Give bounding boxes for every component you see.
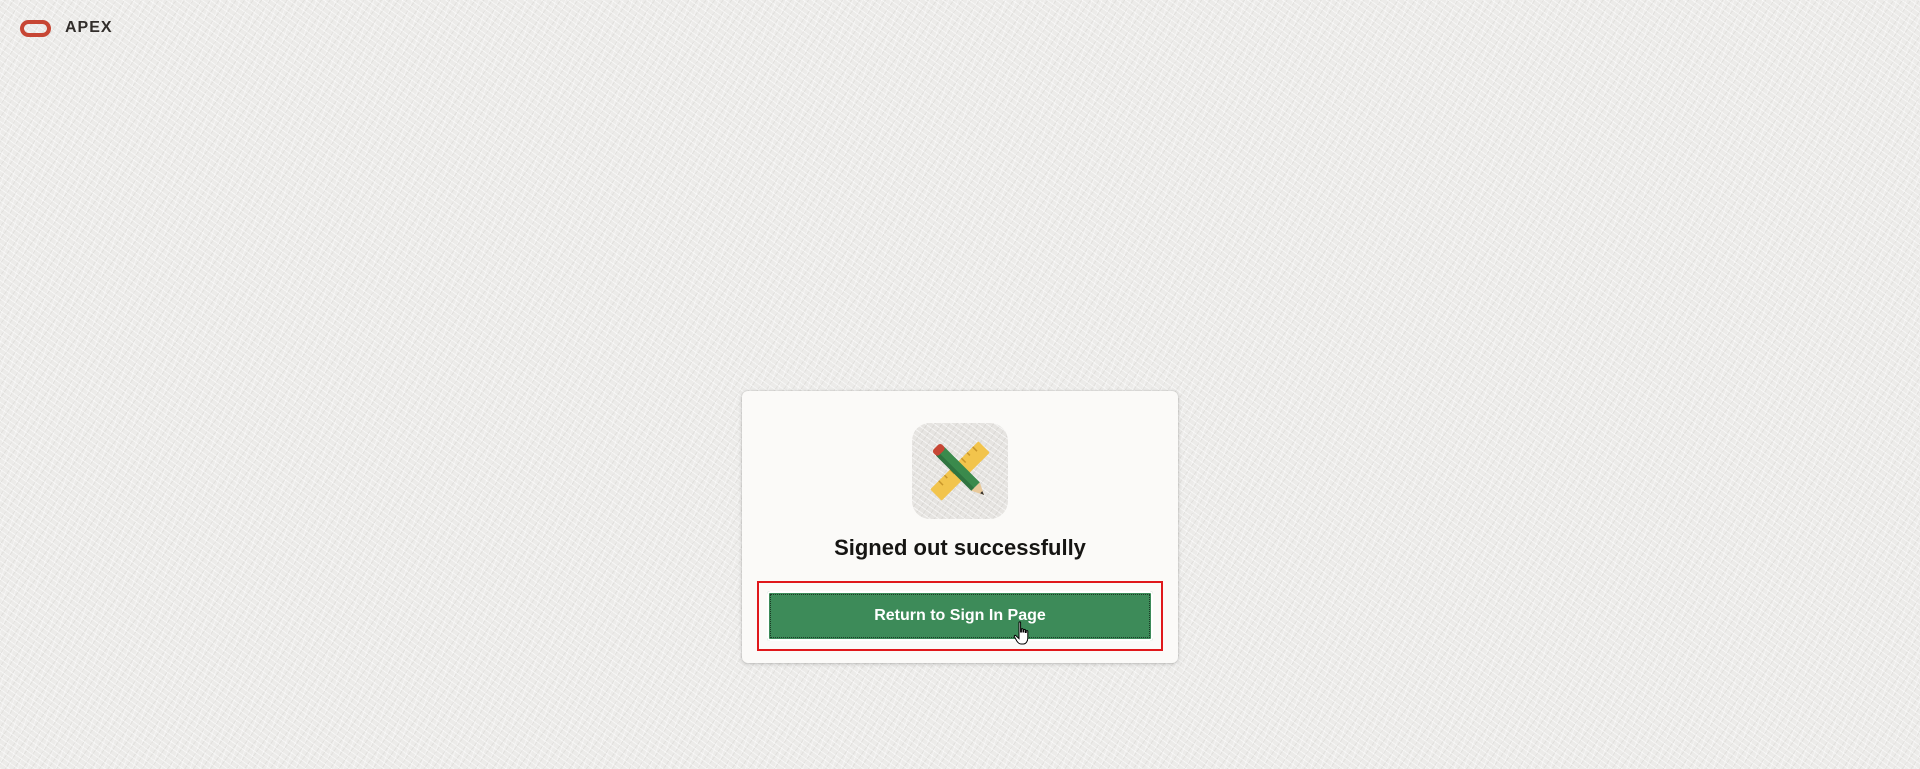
hand-pointer-icon [1013, 621, 1029, 645]
signout-card: Signed out successfully Return to Sign I… [742, 391, 1178, 663]
oracle-logo-icon[interactable] [20, 19, 51, 37]
brand-name: APEX [65, 19, 113, 36]
button-focus-highlight: Return to Sign In Page [757, 581, 1163, 651]
pencil-ruler-icon [912, 423, 1008, 519]
signout-message: Signed out successfully [834, 535, 1086, 560]
return-to-sign-in-button[interactable]: Return to Sign In Page [767, 591, 1153, 641]
header-bar: APEX [20, 19, 113, 37]
